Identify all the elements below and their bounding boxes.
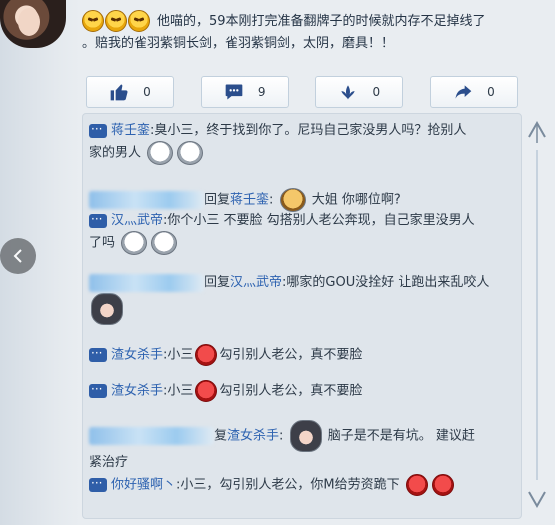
scroll-down-button[interactable] [527,483,547,511]
post-content: 他喵的，59本刚打完准备翻牌子的时候就内存不足掉线了 。赔我的雀羽紫铜长剑，雀羽… [82,10,532,55]
comment-text: 勾引别人老公，真不要脸 [219,383,363,399]
comment-item: 渣女杀手:小三勾引别人老公，真不要脸 [89,343,521,366]
previous-button[interactable] [0,238,36,274]
comment-text-cont: 家的男人 [89,145,142,161]
comment-text: 你个小三 不要脸 勾搭别人老公奔现，自己家里没男人 [167,213,475,228]
comment-bubble-icon [89,209,107,230]
commenter-name[interactable]: 渣女杀手 [111,348,163,363]
comment-item: 蒋壬銮:臭小三，终于找到你了。尼玛自己家没男人吗？抢别人 家的男人 [89,119,521,165]
flower-icon [341,85,356,100]
comment-bubble-icon [89,379,107,400]
comment-text-cont: 了吗 [89,235,116,251]
comment-item: 回复汉灬武帝:哪家的GOU没拴好 让跑出来乱咬人 [89,272,521,325]
comment-text: 哪家的GOU没拴好 让跑出来乱咬人 [286,275,490,290]
comment-icon [225,84,243,100]
comment-item: 你好骚啊丶:小三，勾引别人老公，你M给劳资跪下 [89,473,521,496]
comment-item: 复渣女杀手: 脑子是不是有坑。 建议赶 紧治疗 [89,420,521,473]
angry-emoji-icon [128,10,150,32]
angry-sticker-icon [195,344,218,366]
action-bar: 0 9 0 0 [86,76,518,110]
angry-sticker-icon [431,474,454,496]
post-text-line2: 。赔我的雀羽紫铜长剑，雀羽紫铜剑，太阴，磨具！！ [82,35,395,51]
comment-text-cont: 紧治疗 [89,455,129,470]
sticker-icon [177,141,204,165]
scrollbar-track[interactable] [536,150,538,480]
angry-emoji-icon [82,10,104,32]
commenter-name[interactable]: 蒋壬銮 [111,123,150,138]
sticker-icon [151,231,178,255]
confused-sticker-icon [279,188,306,212]
comment-bubble-icon [89,343,107,364]
chevron-up-icon [528,120,546,143]
share-icon [455,85,472,99]
comment-count: 9 [257,85,266,99]
comment-list: 蒋壬銮:臭小三，终于找到你了。尼玛自己家没男人吗？抢别人 家的男人 回复蒋壬銮:… [82,113,522,519]
emoji-group [82,10,151,33]
commenter-name[interactable]: 渣女杀手 [227,429,279,444]
post-text-line1: 他喵的，59本刚打完准备翻牌子的时候就内存不足掉线了 [157,13,486,29]
commenter-name[interactable]: 渣女杀手 [111,384,163,399]
share-button[interactable]: 0 [429,76,518,108]
comment-item: 回复蒋壬銮: 大姐 你哪位啊? [89,188,521,212]
commenter-name[interactable]: 你好骚啊丶 [111,478,176,493]
commenter-name[interactable]: 蒋壬銮 [230,193,269,208]
comment-text: 小三，勾引别人老公，你M给劳资跪下 [180,477,400,493]
chevron-left-icon [13,249,22,263]
blurred-username [89,273,204,292]
share-count: 0 [487,85,495,99]
comment-bubble-icon [89,119,107,140]
comment-button[interactable]: 9 [200,76,289,108]
comment-item: 汉灬武帝:你个小三 不要脸 勾搭别人老公奔现，自己家里没男人 了吗 [89,209,521,255]
sticker-icon [147,141,174,165]
sticker-icon [121,231,148,255]
commenter-name[interactable]: 汉灬武帝 [230,275,282,290]
hooded-sticker-icon [91,293,123,325]
flower-count: 0 [372,85,381,99]
angry-sticker-icon [405,474,428,496]
hooded-sticker-icon [289,420,322,452]
angry-emoji-icon [105,10,127,32]
scroll-up-button[interactable] [527,118,547,146]
comment-bubble-icon [89,473,107,494]
commenter-name[interactable]: 汉灬武帝 [111,213,163,228]
like-button[interactable]: 0 [86,76,174,108]
comment-text: 脑子是不是有坑。 建议赶 [327,428,475,444]
chevron-down-icon [528,491,546,509]
blurred-username [89,427,214,445]
blurred-username [89,191,204,209]
thumbs-up-icon [110,84,128,101]
like-count: 0 [143,85,151,99]
flower-button[interactable]: 0 [315,76,404,108]
comment-item: 渣女杀手:小三勾引别人老公，真不要脸 [89,379,521,402]
comment-text: 大姐 你哪位啊? [311,192,401,208]
comment-text: 臭小三，终于找到你了。尼玛自己家没男人吗？抢别人 [154,123,467,138]
comment-text: 勾引别人老公，真不要脸 [219,347,363,363]
angry-sticker-icon [195,380,218,402]
